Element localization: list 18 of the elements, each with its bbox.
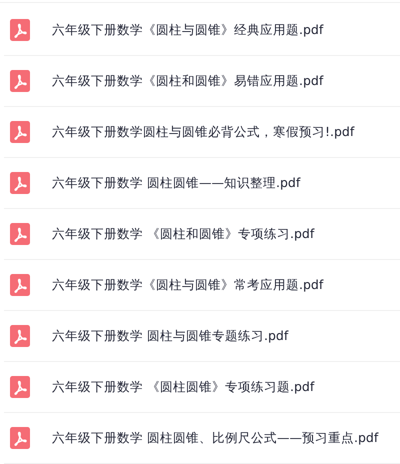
file-name-link[interactable]: 六年级下册数学 《圆柱圆锥》专项练习题.pdf bbox=[52, 378, 314, 396]
file-name-link[interactable]: 六年级下册数学《圆柱与圆锥》常考应用题.pdf bbox=[52, 276, 324, 294]
pdf-file-icon bbox=[10, 427, 30, 449]
file-name-link[interactable]: 六年级下册数学《圆柱和圆锥》易错应用题.pdf bbox=[52, 72, 324, 90]
pdf-file-icon bbox=[10, 223, 30, 245]
file-name-link[interactable]: 六年级下册数学圆柱与圆锥必背公式，寒假预习!.pdf bbox=[52, 124, 354, 140]
pdf-file-icon bbox=[10, 172, 30, 194]
pdf-file-icon bbox=[10, 70, 30, 92]
pdf-file-icon bbox=[10, 376, 30, 398]
file-name-link[interactable]: 六年级下册数学 圆柱圆锥——知识整理.pdf bbox=[52, 174, 300, 192]
pdf-file-icon bbox=[10, 19, 30, 41]
pdf-file-icon bbox=[10, 274, 30, 296]
file-name-link[interactable]: 六年级下册数学《圆柱与圆锥》经典应用题.pdf bbox=[52, 22, 324, 38]
file-name-link[interactable]: 六年级下册数学 《圆柱和圆锥》专项练习.pdf bbox=[52, 226, 314, 242]
pdf-file-icon bbox=[10, 121, 30, 143]
file-name-link[interactable]: 六年级下册数学 圆柱圆锥、比例尺公式——预习重点.pdf bbox=[52, 430, 378, 446]
pdf-file-icon bbox=[10, 325, 30, 347]
file-name-link[interactable]: 六年级下册数学 圆柱与圆锥专题练习.pdf bbox=[52, 328, 288, 344]
